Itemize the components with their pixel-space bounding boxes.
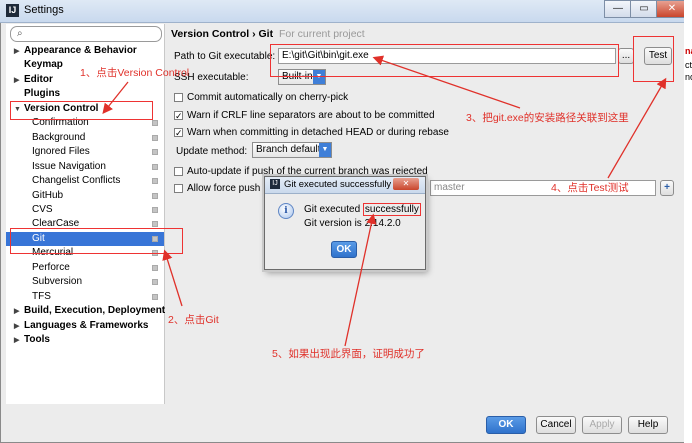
arrow-to-path-field	[372, 55, 521, 109]
arrow-to-version-control	[102, 81, 129, 115]
annotation-step-3: 3、把git.exe的安装路径关联到这里	[466, 112, 629, 124]
annotation-step-2: 2、点击Git	[168, 314, 219, 326]
annotation-step-1: 1、点击Version Control	[80, 67, 190, 79]
arrow-to-success-dialog	[344, 213, 377, 347]
arrow-to-test-button	[607, 77, 667, 179]
annotation-step-4: 4、点击Test测试	[551, 182, 629, 194]
annotation-step-5: 5、如果出现此界面，证明成功了	[272, 348, 425, 360]
arrow-to-git	[162, 249, 183, 307]
